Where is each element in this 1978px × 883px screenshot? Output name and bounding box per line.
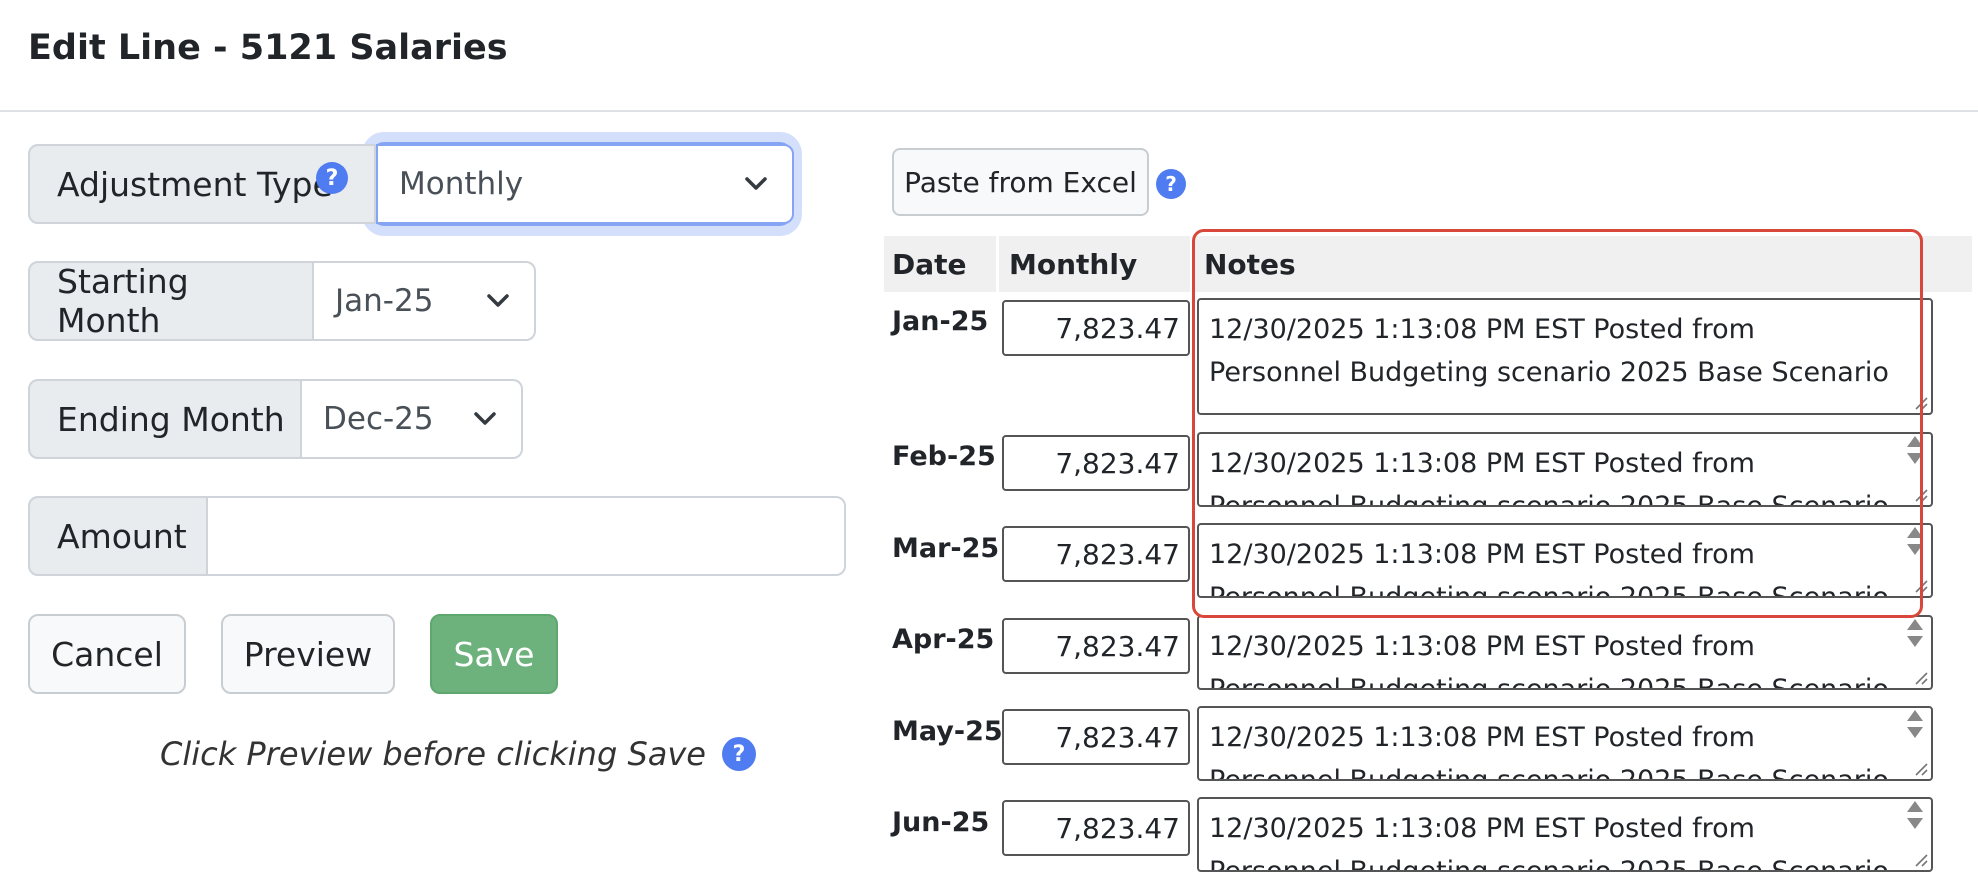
row-date: Jun-25 bbox=[892, 807, 990, 838]
monthly-amount-input[interactable]: 7,823.47 bbox=[1002, 709, 1190, 765]
starting-month-select[interactable]: Jan-25 bbox=[314, 261, 536, 341]
monthly-amount-input[interactable]: 7,823.47 bbox=[1002, 618, 1190, 674]
modal-header: Edit Line - 5121 Salaries bbox=[0, 0, 1978, 112]
resize-handle-icon[interactable] bbox=[1912, 394, 1928, 410]
amount-label: Amount bbox=[28, 496, 208, 576]
monthly-amount-input[interactable]: 7,823.47 bbox=[1002, 435, 1190, 491]
preview-hint: Click Preview before clicking Save ? bbox=[160, 735, 756, 773]
row-date: Mar-25 bbox=[892, 533, 1000, 564]
column-header-monthly: Monthly bbox=[999, 236, 1190, 292]
cancel-button[interactable]: Cancel bbox=[28, 614, 186, 694]
monthly-amount-input[interactable]: 7,823.47 bbox=[1002, 526, 1190, 582]
notes-textarea[interactable]: 12/30/2025 1:13:08 PM EST Posted from Pe… bbox=[1197, 706, 1933, 781]
amount-group: Amount bbox=[28, 496, 846, 576]
scroll-up-icon[interactable] bbox=[1907, 801, 1923, 812]
ending-month-label: Ending Month bbox=[28, 379, 302, 459]
paste-help-icon[interactable]: ? bbox=[1156, 169, 1186, 199]
scroll-arrows[interactable] bbox=[1905, 710, 1925, 738]
notes-textarea[interactable]: 12/30/2025 1:13:08 PM EST Posted from Pe… bbox=[1197, 523, 1933, 598]
row-date: Apr-25 bbox=[892, 624, 995, 655]
scroll-down-icon[interactable] bbox=[1907, 727, 1923, 738]
scroll-down-icon[interactable] bbox=[1907, 453, 1923, 464]
resize-handle-icon[interactable] bbox=[1912, 577, 1928, 593]
monthly-amount-input[interactable]: 7,823.47 bbox=[1002, 800, 1190, 856]
notes-textarea[interactable]: 12/30/2025 1:13:08 PM EST Posted from Pe… bbox=[1197, 615, 1933, 690]
row-date: May-25 bbox=[892, 716, 1003, 747]
page-title: Edit Line - 5121 Salaries bbox=[28, 28, 508, 68]
notes-textarea[interactable]: 12/30/2025 1:13:08 PM EST Posted from Pe… bbox=[1197, 298, 1933, 415]
resize-handle-icon[interactable] bbox=[1912, 760, 1928, 776]
notes-textarea[interactable]: 12/30/2025 1:13:08 PM EST Posted from Pe… bbox=[1197, 797, 1933, 872]
scroll-down-icon[interactable] bbox=[1907, 544, 1923, 555]
scroll-up-icon[interactable] bbox=[1907, 619, 1923, 630]
preview-button[interactable]: Preview bbox=[221, 614, 395, 694]
notes-textarea[interactable]: 12/30/2025 1:13:08 PM EST Posted from Pe… bbox=[1197, 432, 1933, 507]
amount-input[interactable] bbox=[208, 496, 846, 576]
scroll-down-icon[interactable] bbox=[1907, 636, 1923, 647]
scroll-down-icon[interactable] bbox=[1907, 818, 1923, 829]
column-header-date: Date bbox=[884, 236, 996, 292]
adjustment-type-help-icon[interactable]: ? bbox=[316, 162, 348, 194]
scroll-arrows[interactable] bbox=[1905, 436, 1925, 464]
scroll-arrows[interactable] bbox=[1905, 527, 1925, 555]
chevron-down-icon bbox=[742, 170, 770, 198]
starting-month-group: Starting Month Jan-25 bbox=[28, 261, 536, 341]
scroll-up-icon[interactable] bbox=[1907, 436, 1923, 447]
resize-handle-icon[interactable] bbox=[1912, 486, 1928, 502]
resize-handle-icon[interactable] bbox=[1912, 669, 1928, 685]
paste-from-excel-button[interactable]: Paste from Excel bbox=[892, 148, 1149, 216]
chevron-down-icon bbox=[471, 405, 499, 433]
row-date: Jan-25 bbox=[892, 306, 989, 337]
adjustment-type-label: Adjustment Type ? bbox=[28, 144, 376, 224]
save-button[interactable]: Save bbox=[430, 614, 558, 694]
scroll-up-icon[interactable] bbox=[1907, 527, 1923, 538]
column-header-notes: Notes bbox=[1194, 236, 1972, 292]
adjustment-type-group: Adjustment Type ? Monthly bbox=[28, 144, 794, 224]
monthly-amount-input[interactable]: 7,823.47 bbox=[1002, 300, 1190, 356]
scroll-arrows[interactable] bbox=[1905, 801, 1925, 829]
chevron-down-icon bbox=[484, 287, 512, 315]
row-date: Feb-25 bbox=[892, 441, 996, 472]
ending-month-select[interactable]: Dec-25 bbox=[302, 379, 523, 459]
hint-help-icon[interactable]: ? bbox=[721, 737, 756, 771]
scroll-arrows[interactable] bbox=[1905, 619, 1925, 647]
ending-month-group: Ending Month Dec-25 bbox=[28, 379, 523, 459]
adjustment-type-select[interactable]: Monthly bbox=[376, 144, 794, 224]
scroll-up-icon[interactable] bbox=[1907, 710, 1923, 721]
resize-handle-icon[interactable] bbox=[1912, 851, 1928, 867]
starting-month-label: Starting Month bbox=[28, 261, 314, 341]
